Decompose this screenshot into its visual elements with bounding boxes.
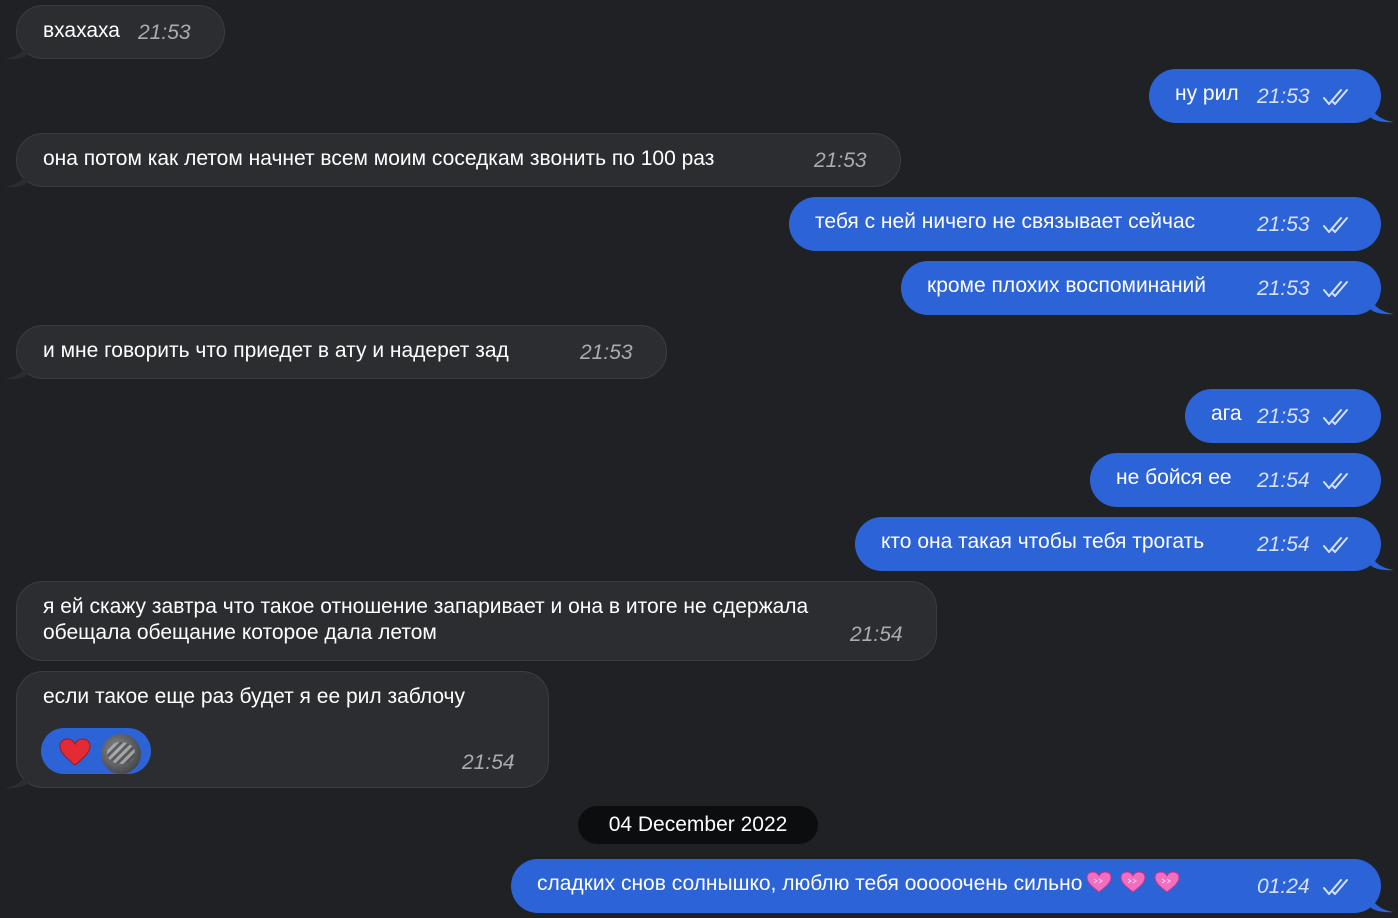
- double-check-icon: [1323, 879, 1348, 895]
- message-time: 21:54: [1257, 533, 1310, 556]
- pink-heart-icon: [1086, 871, 1112, 893]
- message-text: она потом как летом начнет всем моим сос…: [43, 147, 715, 170]
- bubble-tail-icon: [1370, 551, 1394, 571]
- message-text: кто она такая чтобы тебя трогать: [881, 530, 1205, 553]
- message-time: 21:54: [850, 623, 903, 646]
- message-text: кроме плохих воспоминаний: [927, 274, 1207, 297]
- message-incoming[interactable]: если такое еще раз будет я ее рил заблоч…: [16, 671, 549, 788]
- double-check-icon: [1323, 537, 1348, 553]
- double-check-icon: [1323, 89, 1348, 105]
- message-outgoing[interactable]: кроме плохих воспоминаний 21:53: [901, 261, 1381, 315]
- message-text: тебя с ней ничего не связывает сейчас: [815, 210, 1196, 233]
- message-time: 21:53: [580, 341, 633, 364]
- pink-heart-icon: [1154, 871, 1180, 893]
- message-time: 21:53: [1257, 405, 1310, 428]
- message-text: и мне говорить что приедет в ату и надер…: [43, 339, 509, 362]
- message-outgoing[interactable]: кто она такая чтобы тебя трогать 21:54: [855, 517, 1381, 571]
- message-time: 21:53: [138, 21, 191, 44]
- message-incoming[interactable]: я ей скажу завтра что такое отношение за…: [16, 581, 937, 661]
- bubble-tail-icon: [1370, 295, 1394, 315]
- message-outgoing[interactable]: сладких снов солнышко, люблю тебя оооооч…: [511, 859, 1381, 913]
- message-time: 21:53: [814, 149, 867, 172]
- pink-heart-icon: [1120, 871, 1146, 893]
- bubble-tail-icon: [4, 769, 28, 789]
- avatar: [101, 734, 141, 774]
- double-check-icon: [1323, 409, 1348, 425]
- message-outgoing[interactable]: не бойся ее 21:54: [1090, 453, 1381, 507]
- reaction-pill[interactable]: [41, 728, 151, 774]
- bubble-tail-icon: [1370, 893, 1394, 913]
- message-text-line-1: я ей скажу завтра что такое отношение за…: [43, 595, 809, 618]
- bubble-tail-icon: [1370, 103, 1394, 123]
- message-time: 21:54: [462, 751, 515, 774]
- bubble-tail-icon: [4, 40, 28, 60]
- message-time: 21:53: [1257, 213, 1310, 236]
- message-outgoing[interactable]: ага 21:53: [1185, 389, 1381, 443]
- chat-history[interactable]: вхахаха 21:53 ну рил 21:53 она потом как…: [0, 0, 1398, 918]
- message-text: ага: [1211, 402, 1242, 425]
- bubble-tail-icon: [4, 168, 28, 188]
- message-time: 21:53: [1257, 85, 1310, 108]
- heart-icon: [59, 738, 91, 766]
- date-separator: 04 December 2022: [578, 806, 818, 844]
- message-time: 21:53: [1257, 277, 1310, 300]
- message-text: если такое еще раз будет я ее рил заблоч…: [43, 685, 465, 708]
- message-incoming[interactable]: и мне говорить что приедет в ату и надер…: [16, 325, 667, 379]
- bubble-tail-icon: [4, 360, 28, 380]
- double-check-icon: [1323, 281, 1348, 297]
- message-text: сладких снов солнышко, люблю тебя оооооч…: [537, 871, 1180, 897]
- message-text-content: сладких снов солнышко, люблю тебя оооооч…: [537, 872, 1083, 895]
- message-text: ну рил: [1175, 82, 1239, 105]
- message-text: не бойся ее: [1116, 466, 1232, 489]
- message-outgoing[interactable]: тебя с ней ничего не связывает сейчас 21…: [789, 197, 1381, 251]
- message-text: вхахаха: [43, 19, 120, 42]
- message-time: 01:24: [1257, 875, 1310, 898]
- double-check-icon: [1323, 217, 1348, 233]
- message-outgoing[interactable]: ну рил 21:53: [1149, 69, 1381, 123]
- message-text-line-2: обещала обещание которое дала летом: [43, 621, 437, 644]
- message-incoming[interactable]: она потом как летом начнет всем моим сос…: [16, 133, 901, 187]
- message-incoming[interactable]: вхахаха 21:53: [16, 5, 225, 59]
- double-check-icon: [1323, 473, 1348, 489]
- message-time: 21:54: [1257, 469, 1310, 492]
